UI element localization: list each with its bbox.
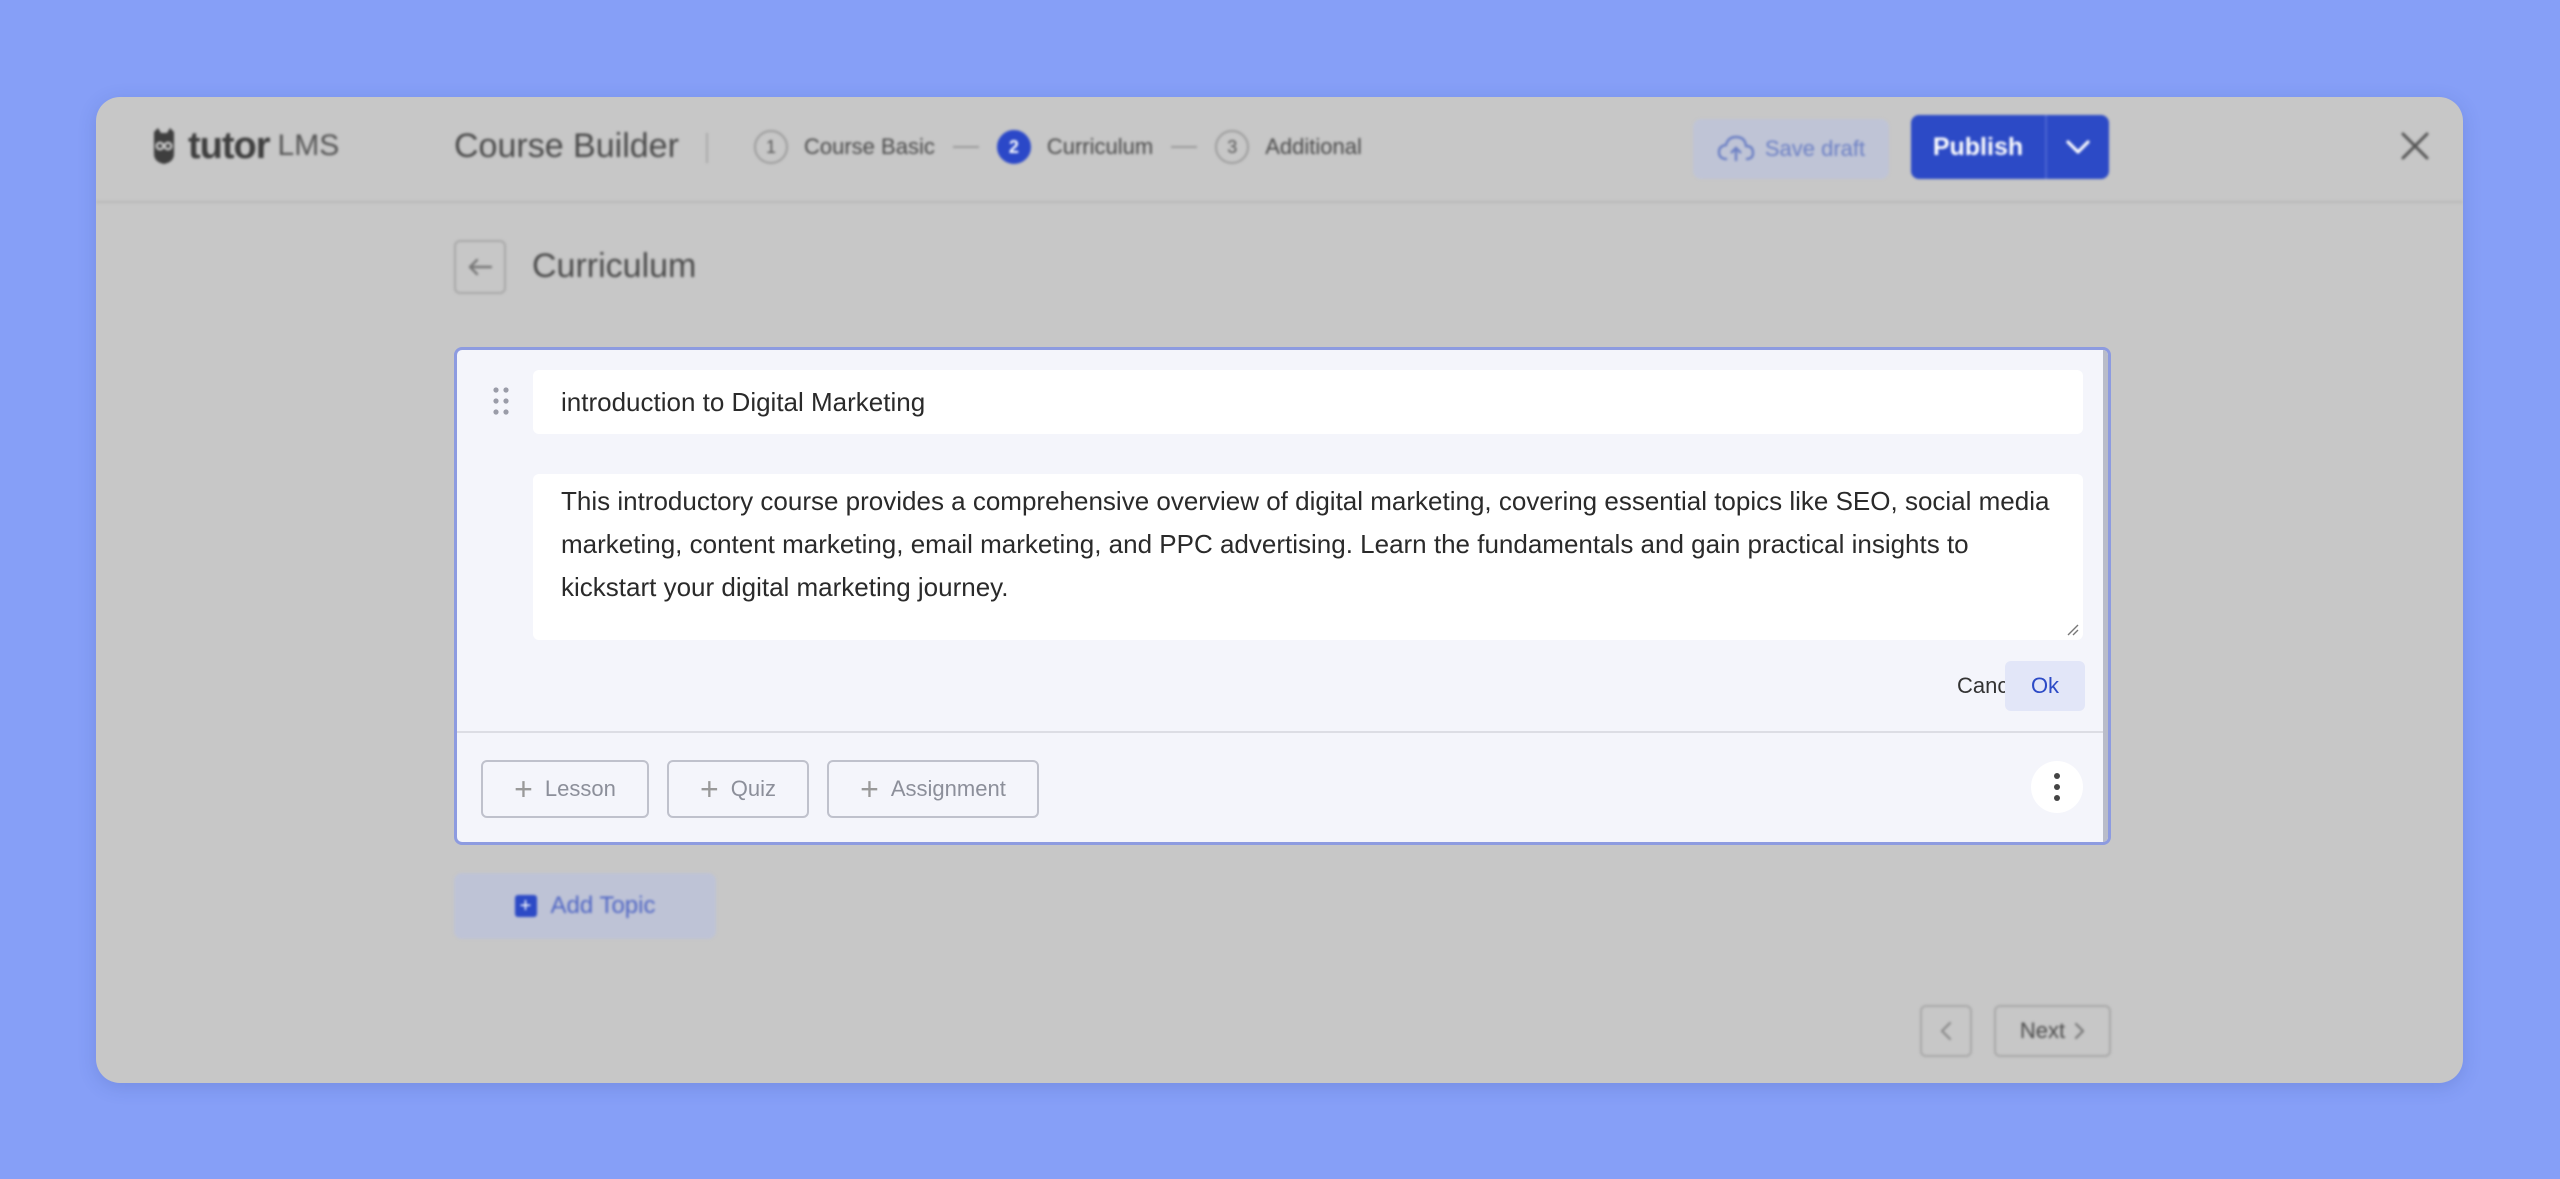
kebab-menu-icon	[2054, 773, 2060, 801]
step-indicator: 1 Course Basic 2 Curriculum 3 Additional	[754, 128, 1362, 166]
save-draft-label: Save draft	[1764, 136, 1866, 161]
topic-title-input[interactable]: introduction to Digital Marketing	[533, 370, 2083, 434]
publish-button-group: Publish	[1911, 115, 2109, 179]
title-divider	[706, 133, 708, 163]
logo-word: tutor	[188, 124, 271, 167]
back-button[interactable]	[454, 240, 506, 294]
close-icon[interactable]	[2398, 129, 2432, 163]
save-draft-button[interactable]: Save draft	[1693, 119, 1889, 179]
step-number: 2	[996, 130, 1031, 164]
step-course-basic[interactable]: 1 Course Basic	[754, 130, 935, 164]
page-title: Curriculum	[532, 247, 697, 285]
step-number: 1	[754, 130, 788, 164]
plus-icon: +	[700, 771, 719, 807]
topic-card-footer: + Lesson + Quiz + Assignment	[457, 731, 2108, 842]
next-button[interactable]: Next	[1994, 1005, 2111, 1057]
publish-button[interactable]: Publish	[1911, 115, 2047, 179]
owl-logo-icon	[154, 128, 174, 164]
resize-handle-icon[interactable]	[2065, 622, 2079, 636]
cloud-upload-icon	[1717, 135, 1755, 161]
chevron-right-icon	[2075, 1022, 2085, 1040]
step-additional[interactable]: 3 Additional	[1215, 130, 1362, 164]
next-label: Next	[2019, 1018, 2066, 1043]
publish-dropdown-button[interactable]	[2047, 115, 2109, 179]
add-assignment-label: Assignment	[890, 776, 1006, 801]
ok-button[interactable]: Ok	[2005, 661, 2085, 711]
topic-edit-card: introduction to Digital Marketing This i…	[454, 347, 2111, 845]
plus-square-icon: +	[514, 895, 537, 917]
step-label: Additional	[1265, 134, 1362, 159]
step-separator	[1171, 146, 1198, 148]
add-topic-button[interactable]: + Add Topic	[454, 873, 716, 939]
add-lesson-label: Lesson	[544, 776, 616, 801]
topic-description-input[interactable]: This introductory course provides a comp…	[533, 474, 2083, 640]
topic-more-button[interactable]	[2031, 761, 2083, 813]
step-label: Curriculum	[1046, 134, 1154, 159]
plus-icon: +	[860, 771, 879, 807]
previous-button[interactable]	[1920, 1005, 1972, 1057]
step-curriculum[interactable]: 2 Curriculum	[996, 130, 1154, 164]
builder-title: Course Builder	[454, 127, 679, 165]
drag-handle-icon[interactable]	[491, 386, 511, 416]
plus-icon: +	[514, 771, 533, 807]
step-label: Course Basic	[804, 134, 935, 159]
chevron-down-icon	[2066, 140, 2090, 154]
add-lesson-button[interactable]: + Lesson	[481, 760, 649, 818]
add-quiz-button[interactable]: + Quiz	[667, 760, 809, 818]
top-bar: tutor LMS Course Builder 1 Course Basic …	[96, 97, 2463, 203]
step-number: 3	[1215, 130, 1250, 164]
logo-suffix: LMS	[277, 129, 340, 162]
arrow-left-icon	[468, 258, 493, 276]
topic-description-text: This introductory course provides a comp…	[561, 486, 2050, 602]
add-topic-label: Add Topic	[550, 892, 656, 919]
chevron-left-icon	[1940, 1021, 1952, 1041]
tutor-lms-logo: tutor LMS	[148, 121, 339, 171]
step-separator	[952, 146, 979, 148]
course-builder-window: tutor LMS Course Builder 1 Course Basic …	[96, 97, 2463, 1083]
add-assignment-button[interactable]: + Assignment	[827, 760, 1039, 818]
add-quiz-label: Quiz	[730, 776, 776, 801]
